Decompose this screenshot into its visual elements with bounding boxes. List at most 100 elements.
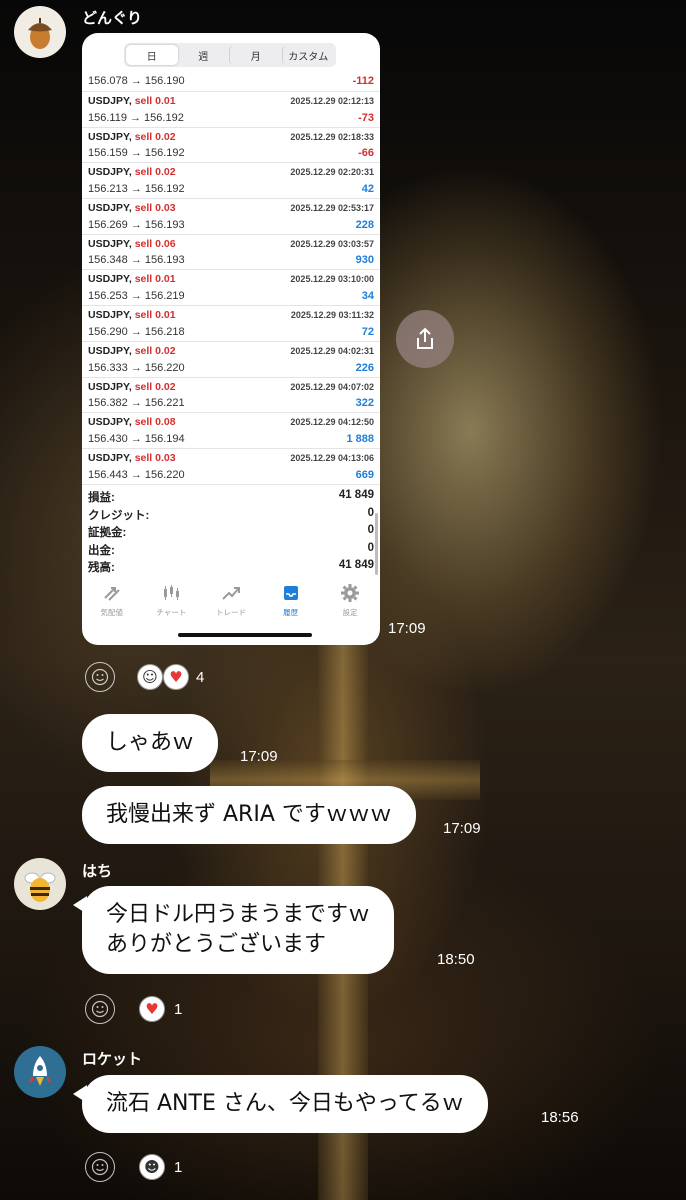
trade-row: USDJPY, sell 0.02 2025.12.29 04:02:31 156.…	[82, 342, 380, 378]
symbol-text: USDJPY,	[88, 130, 132, 143]
trade-price: 156.213 → 156.192	[88, 183, 185, 196]
trade-profit: 1 888	[346, 432, 374, 445]
message-bubble[interactable]: 今日ドル円うまうまですｗ ありがとうございます	[72, 886, 395, 974]
share-icon	[417, 327, 433, 349]
trade-row: USDJPY, sell 0.08 2025.12.29 04:12:50 156.…	[82, 413, 380, 449]
trade-row: USDJPY, sell 0.06 2025.12.29 03:03:57 156.…	[82, 235, 380, 271]
message-time: 18:56	[541, 1109, 579, 1126]
reaction-count: 1	[174, 1001, 183, 1018]
message-bubble[interactable]: 我慢出来ず ARIA ですｗｗｗ	[82, 786, 416, 844]
tab-history: 履歴	[261, 579, 321, 623]
trade-price: 156.159 → 156.192	[88, 147, 185, 160]
trend-icon	[222, 587, 240, 600]
message-time: 18:50	[437, 951, 475, 968]
tab-trade: トレード	[201, 579, 261, 623]
add-reaction-button[interactable]	[85, 662, 115, 692]
trade-profit: 669	[355, 468, 374, 481]
message-time: 17:09	[443, 820, 481, 837]
add-reaction-button[interactable]	[85, 994, 115, 1024]
trade-side: sell 0.03	[134, 202, 176, 215]
sender-name: ロケット	[82, 1051, 143, 1068]
tab-quotes: 気配値	[82, 579, 142, 623]
trade-symbol: USDJPY, sell 0.08	[88, 416, 176, 428]
inbox-icon	[283, 586, 298, 600]
trade-row: USDJPY, sell 0.01 2025.12.29 03:10:00 156.…	[82, 270, 380, 307]
trade-row: USDJPY, sell 0.03 2025.12.29 04:13:06 156.…	[82, 449, 380, 485]
summary-row: 出金: 0	[82, 542, 380, 560]
trade-profit: -112	[352, 75, 374, 87]
trade-symbol: USDJPY, sell 0.02	[88, 166, 176, 178]
trade-date: 2025.12.29 02:20:31	[290, 167, 374, 178]
tab-label: トレード	[215, 608, 246, 617]
trade-price: 156.348 → 156.193	[88, 254, 185, 267]
account-summary: 損益: 41 849 クレジット: 0 証拠金: 0 出金: 0 残高: 41 849	[82, 489, 380, 577]
trade-price: 156.430 → 156.194	[88, 432, 185, 445]
trade-side: sell 0.01	[134, 309, 176, 322]
trade-side: sell 0.01	[134, 95, 176, 107]
summary-label: クレジット:	[88, 509, 150, 522]
message-bubble[interactable]: 流石 ANTE さん、今日もやってるｗ	[73, 1075, 488, 1133]
tab-label: 気配値	[100, 608, 124, 617]
summary-label: 残高:	[88, 562, 115, 574]
trade-side: sell 0.02	[134, 130, 176, 143]
reaction-count: 4	[196, 669, 205, 686]
trade-date: 2025.12.29 02:53:17	[290, 203, 374, 214]
summary-label: 証拠金:	[88, 527, 127, 539]
home-indicator	[178, 633, 312, 637]
add-reaction-button[interactable]	[85, 1152, 115, 1182]
symbol-text: USDJPY,	[88, 95, 132, 107]
trade-price: 156.382 → 156.221	[88, 397, 185, 410]
message-time: 17:09	[240, 748, 278, 765]
symbol-text: USDJPY,	[88, 273, 132, 286]
trade-price: 156.078 → 156.190	[88, 75, 185, 87]
laughing-face-icon: ☻	[139, 1154, 165, 1180]
tab-settings: 設定	[320, 579, 380, 623]
trade-history-screenshot[interactable]: 日 週 月 カスタム 156.078 → 156.190 -112 USDJPY…	[82, 33, 380, 645]
trade-side: sell 0.03	[134, 451, 176, 464]
symbol-text: USDJPY,	[88, 451, 132, 464]
trade-row: USDJPY, sell 0.01 2025.12.29 02:12:13 156.…	[82, 92, 380, 128]
trade-profit: 42	[361, 183, 374, 196]
gear-icon	[341, 584, 360, 602]
summary-value: 0	[367, 541, 374, 554]
avatar-acorn[interactable]	[14, 6, 66, 58]
summary-value: 0	[367, 524, 374, 536]
tab-label: チャート	[156, 608, 187, 617]
scrollbar	[375, 513, 378, 575]
summary-row: 残高: 41 849	[82, 559, 380, 577]
smiley-icon	[91, 668, 109, 686]
trade-side: sell 0.02	[134, 166, 176, 179]
share-button[interactable]	[396, 310, 454, 368]
summary-value: 41 849	[338, 559, 374, 571]
trade-side: sell 0.01	[134, 273, 176, 286]
symbol-text: USDJPY,	[88, 237, 132, 250]
avatar-bee[interactable]	[14, 858, 66, 910]
trade-symbol: USDJPY, sell 0.03	[88, 202, 176, 214]
trade-row: USDJPY, sell 0.02 2025.12.29 04:07:02 156.…	[82, 378, 380, 414]
arrows-icon	[104, 587, 120, 601]
message-time: 17:09	[388, 620, 426, 637]
trade-date: 2025.12.29 02:12:13	[290, 96, 374, 106]
trade-profit: 228	[355, 218, 374, 231]
trade-date: 2025.12.29 03:03:57	[290, 238, 374, 249]
trade-profit: 72	[361, 325, 374, 338]
bee-icon	[24, 872, 56, 902]
trade-side: sell 0.02	[134, 344, 176, 357]
trade-row: USDJPY, sell 0.02 2025.12.29 02:20:31 156.…	[82, 163, 380, 200]
avatar-rocket[interactable]	[14, 1046, 66, 1098]
sender-name: はち	[82, 863, 113, 880]
reaction-count: 1	[174, 1159, 183, 1176]
tab-custom: カスタム	[281, 45, 335, 65]
trade-symbol: USDJPY, sell 0.06	[88, 238, 176, 250]
tab-week: 週	[198, 51, 209, 63]
message-bubble[interactable]: しゃあｗ	[82, 714, 219, 772]
rocket-icon	[28, 1056, 52, 1086]
summary-row: クレジット: 0	[82, 507, 380, 525]
trade-date: 2025.12.29 04:07:02	[290, 381, 374, 392]
trade-date: 2025.12.29 03:10:00	[290, 274, 374, 285]
summary-label: 出金:	[88, 544, 115, 557]
summary-row: 証拠金: 0	[82, 524, 380, 542]
symbol-text: USDJPY,	[88, 416, 132, 429]
trade-price: 156.333 → 156.220	[88, 361, 185, 374]
trade-symbol: USDJPY, sell 0.01	[88, 273, 176, 285]
